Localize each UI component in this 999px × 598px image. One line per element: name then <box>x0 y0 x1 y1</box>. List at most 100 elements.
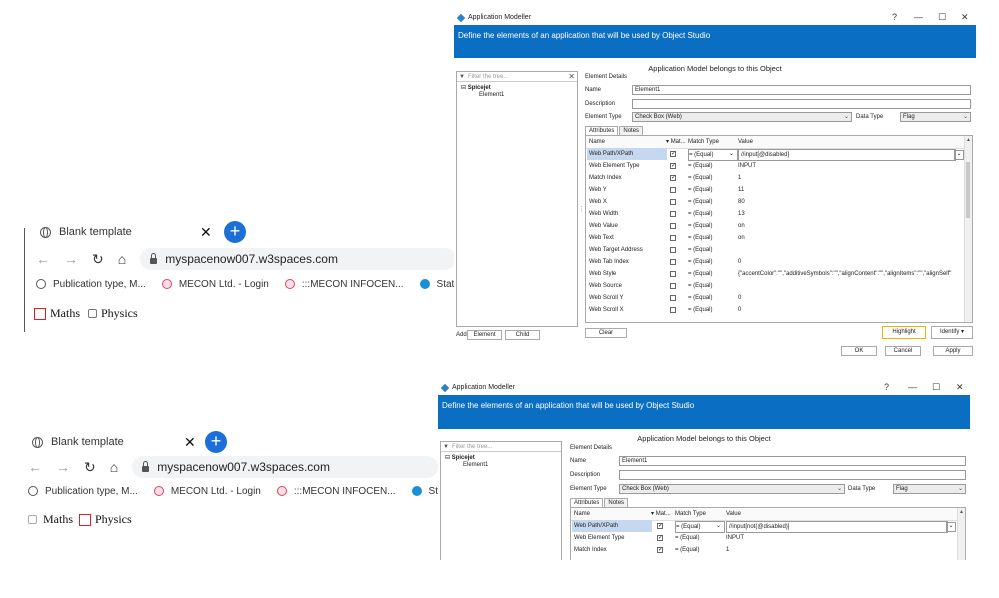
splitter-handle[interactable]: ⋮ <box>578 205 585 213</box>
match-checkbox[interactable] <box>670 235 676 241</box>
tree-node-element[interactable]: Element1 <box>463 462 488 468</box>
add-element-button[interactable]: Element <box>467 330 502 340</box>
match-type-select[interactable]: = (Equal) <box>688 220 738 232</box>
ok-button[interactable]: OK <box>841 346 877 356</box>
maths-checkbox[interactable] <box>28 515 37 524</box>
table-row[interactable]: Match Index ✓ = (Equal) 1 <box>586 172 966 184</box>
match-type-select[interactable]: = (Equal) <box>675 532 725 544</box>
clear-button[interactable]: Clear <box>585 328 627 338</box>
match-checkbox[interactable]: ✓ <box>670 151 676 157</box>
add-child-button[interactable]: Child <box>505 330 540 340</box>
browser-tab[interactable]: Blank template ✕ <box>32 428 200 456</box>
help-button[interactable]: ? <box>884 382 889 392</box>
table-row[interactable]: Web Element Type ✓ = (Equal) INPUT <box>571 532 959 544</box>
tab-notes[interactable]: Notes <box>604 498 629 507</box>
apply-button[interactable]: Apply <box>933 346 973 356</box>
tree-filter[interactable]: ▼ Filter the tree... <box>441 442 561 452</box>
physics-checkbox[interactable] <box>79 513 91 526</box>
minimize-button[interactable]: — <box>914 12 923 22</box>
match-type-select[interactable]: = (Equal) <box>688 256 738 268</box>
table-row[interactable]: Web Scroll X = (Equal) 0 <box>586 304 966 316</box>
match-checkbox[interactable] <box>670 283 676 289</box>
column-name[interactable]: Name <box>589 136 669 148</box>
match-checkbox[interactable] <box>670 295 676 301</box>
table-row[interactable]: Web Style = (Equal) {"accentColor":"","add… <box>586 268 966 280</box>
physics-checkbox[interactable] <box>88 309 97 318</box>
scroll-thumb[interactable] <box>966 162 970 218</box>
match-checkbox[interactable] <box>670 259 676 265</box>
browser-tab[interactable]: Blank template ✕ <box>40 218 216 246</box>
table-row[interactable]: Web Text = (Equal) on <box>586 232 966 244</box>
name-input[interactable]: Element1 <box>632 85 971 95</box>
table-row[interactable]: Web Path/XPath ✓ = (Equal) ⌄//input[not(@di… <box>571 520 959 533</box>
new-tab-button[interactable]: + <box>224 221 246 243</box>
table-row[interactable]: Web Source = (Equal) <box>586 280 966 292</box>
match-type-select[interactable]: = (Equal) <box>688 208 738 220</box>
forward-icon[interactable]: → <box>56 459 70 475</box>
table-row[interactable]: Web Element Type ✓ = (Equal) INPUT <box>586 160 966 172</box>
match-type-select[interactable]: = (Equal) <box>688 292 738 304</box>
highlight-button[interactable]: Highlight <box>882 326 926 339</box>
home-icon[interactable]: ⌂ <box>110 459 118 475</box>
column-match-type[interactable]: Match Type <box>688 136 738 148</box>
back-icon[interactable]: ← <box>28 459 42 475</box>
clear-filter-icon[interactable]: ✕ <box>568 72 575 81</box>
close-button[interactable]: ✕ <box>956 382 964 393</box>
address-bar[interactable]: myspacenow007.w3spaces.com <box>132 456 438 478</box>
new-tab-button[interactable]: + <box>205 431 227 453</box>
value-dropdown-button[interactable]: ⌄ <box>954 150 964 160</box>
match-type-select[interactable]: = (Equal) <box>688 232 738 244</box>
identify-button[interactable]: Identify ▾ <box>931 326 973 339</box>
data-type-select[interactable]: Flag ⌄ <box>900 112 971 122</box>
tree-root[interactable]: ⊟ Spicejet <box>445 454 475 461</box>
maximize-button[interactable]: ☐ <box>938 12 946 23</box>
tree-filter[interactable]: ▼ Filter the tree... ✕ <box>457 72 577 82</box>
bookmark-item[interactable]: Publication type, M... <box>28 486 138 497</box>
match-checkbox[interactable]: ✓ <box>657 535 663 541</box>
match-checkbox[interactable]: ✓ <box>670 175 676 181</box>
match-type-select[interactable]: = (Equal) <box>688 304 738 316</box>
close-button[interactable]: ✕ <box>961 12 969 23</box>
match-checkbox[interactable] <box>670 307 676 313</box>
match-checkbox[interactable] <box>670 247 676 253</box>
bookmark-item[interactable]: MECON Ltd. - Login <box>153 486 261 497</box>
table-row[interactable]: Web Width = (Equal) 13 <box>586 208 966 220</box>
match-checkbox[interactable] <box>670 271 676 277</box>
reload-icon[interactable]: ↻ <box>92 251 104 268</box>
bookmark-item[interactable]: Publication type, M... <box>36 279 146 290</box>
column-match-type[interactable]: Match Type <box>675 508 725 520</box>
maths-checkbox[interactable] <box>34 307 46 320</box>
tab-attributes[interactable]: Attributes <box>570 498 604 507</box>
tree-root[interactable]: ⊟ Spicejet <box>461 84 491 91</box>
grid-scrollbar[interactable]: ▲ <box>957 508 965 560</box>
chevron-down-icon[interactable]: ⌄ <box>729 148 736 160</box>
value-dropdown-button[interactable]: ⌄ <box>946 522 956 532</box>
bookmark-item[interactable]: :::MECON INFOCEN... <box>284 279 404 290</box>
match-checkbox[interactable]: ✓ <box>670 163 676 169</box>
close-icon[interactable]: ✕ <box>200 224 212 241</box>
description-input[interactable] <box>619 470 966 480</box>
match-type-select[interactable]: = (Equal) <box>688 244 738 256</box>
tree-node-element[interactable]: Element1 <box>479 92 504 98</box>
column-value[interactable]: Value <box>738 136 838 148</box>
element-type-select[interactable]: Check Box (Web) ⌄ <box>619 484 845 494</box>
match-checkbox[interactable]: ✓ <box>657 547 663 553</box>
match-checkbox[interactable] <box>670 187 676 193</box>
match-checkbox[interactable] <box>670 211 676 217</box>
chevron-down-icon[interactable]: ⌄ <box>716 520 723 532</box>
table-row[interactable]: Web Y = (Equal) 11 <box>586 184 966 196</box>
element-type-select[interactable]: Check Box (Web) ⌄ <box>632 112 852 122</box>
help-button[interactable]: ? <box>892 12 897 22</box>
column-name[interactable]: Name <box>574 508 654 520</box>
match-type-select[interactable]: = (Equal) <box>688 280 738 292</box>
home-icon[interactable]: ⌂ <box>118 251 126 267</box>
match-type-select[interactable]: = (Equal) <box>688 184 738 196</box>
match-type-select[interactable]: = (Equal) <box>688 160 738 172</box>
data-type-select[interactable]: Flag ⌄ <box>893 484 966 494</box>
match-checkbox[interactable] <box>670 223 676 229</box>
close-icon[interactable]: ✕ <box>184 434 196 451</box>
table-row[interactable]: Web Target Address = (Equal) <box>586 244 966 256</box>
column-match[interactable]: ▾ Mat... <box>666 136 688 148</box>
back-icon[interactable]: ← <box>36 251 50 267</box>
grid-scrollbar[interactable]: ▲ <box>964 136 972 322</box>
